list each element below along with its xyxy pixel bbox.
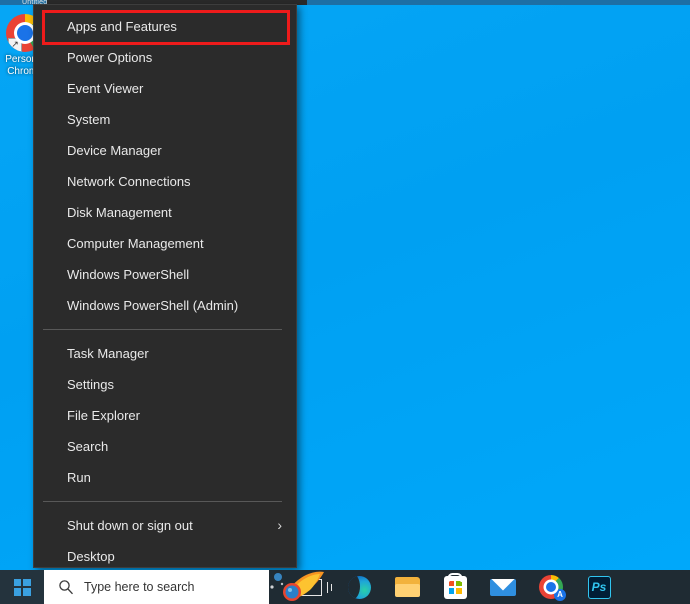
menu-item-run[interactable]: Run bbox=[34, 462, 296, 493]
menu-item-label: Task Manager bbox=[67, 346, 149, 361]
menu-item-disk-management[interactable]: Disk Management bbox=[34, 197, 296, 228]
menu-item-label: Network Connections bbox=[67, 174, 191, 189]
menu-item-apps-and-features[interactable]: Apps and Features bbox=[34, 11, 296, 42]
photoshop-icon: Ps bbox=[587, 575, 611, 599]
menu-item-label: Windows PowerShell bbox=[67, 267, 190, 282]
microsoft-edge-button[interactable] bbox=[335, 570, 383, 604]
mail-button[interactable] bbox=[479, 570, 527, 604]
file-explorer-button[interactable] bbox=[383, 570, 431, 604]
chrome-profile-badge: A bbox=[554, 589, 566, 601]
menu-group-session: Shut down or sign out › Desktop bbox=[34, 510, 296, 572]
menu-item-search[interactable]: Search bbox=[34, 431, 296, 462]
menu-item-label: Shut down or sign out bbox=[67, 518, 193, 533]
menu-item-task-manager[interactable]: Task Manager bbox=[34, 338, 296, 369]
menu-item-label: File Explorer bbox=[67, 408, 140, 423]
google-chrome-button[interactable]: A bbox=[527, 570, 575, 604]
menu-group-system: Apps and Features Power Options Event Vi… bbox=[34, 11, 296, 321]
menu-item-network-connections[interactable]: Network Connections bbox=[34, 166, 296, 197]
menu-item-label: Settings bbox=[67, 377, 114, 392]
folder-icon bbox=[394, 577, 420, 597]
shortcut-arrow-icon: ↗ bbox=[8, 38, 22, 52]
menu-item-label: Desktop bbox=[67, 549, 115, 564]
menu-separator-1 bbox=[43, 329, 282, 330]
chrome-icon: A bbox=[539, 575, 566, 601]
start-button[interactable] bbox=[0, 570, 44, 604]
menu-item-label: Windows PowerShell (Admin) bbox=[67, 298, 239, 313]
menu-item-label: Run bbox=[67, 470, 91, 485]
microsoft-store-button[interactable] bbox=[431, 570, 479, 604]
menu-item-windows-powershell-admin[interactable]: Windows PowerShell (Admin) bbox=[34, 290, 296, 321]
menu-item-shut-down-or-sign-out[interactable]: Shut down or sign out › bbox=[34, 510, 296, 541]
taskbar-buttons: A Ps bbox=[287, 570, 623, 604]
menu-item-label: System bbox=[67, 112, 111, 127]
store-icon bbox=[443, 572, 467, 599]
taskbar: Type here to search A Ps bbox=[0, 570, 690, 604]
taskbar-search-input[interactable]: Type here to search bbox=[44, 570, 269, 604]
search-icon bbox=[59, 580, 73, 595]
menu-item-windows-powershell[interactable]: Windows PowerShell bbox=[34, 259, 296, 290]
menu-item-system[interactable]: System bbox=[34, 104, 296, 135]
menu-group-tools: Task Manager Settings File Explorer Sear… bbox=[34, 338, 296, 493]
menu-item-label: Computer Management bbox=[67, 236, 204, 251]
menu-item-settings[interactable]: Settings bbox=[34, 369, 296, 400]
menu-item-label: Apps and Features bbox=[67, 19, 177, 34]
winx-context-menu[interactable]: Apps and Features Power Options Event Vi… bbox=[33, 4, 297, 568]
menu-item-device-manager[interactable]: Device Manager bbox=[34, 135, 296, 166]
menu-item-computer-management[interactable]: Computer Management bbox=[34, 228, 296, 259]
menu-item-desktop[interactable]: Desktop bbox=[34, 541, 296, 572]
windows-logo-icon bbox=[13, 578, 31, 596]
menu-item-label: Event Viewer bbox=[67, 81, 144, 96]
edge-icon bbox=[347, 575, 371, 599]
mail-icon bbox=[490, 578, 516, 596]
search-placeholder-text: Type here to search bbox=[84, 580, 195, 594]
screen: Untitled ↗ Personal Chrome Apps and Feat… bbox=[0, 0, 690, 604]
task-view-icon bbox=[300, 578, 332, 596]
photoshop-button[interactable]: Ps bbox=[575, 570, 623, 604]
menu-item-label: Device Manager bbox=[67, 143, 162, 158]
menu-item-event-viewer[interactable]: Event Viewer bbox=[34, 73, 296, 104]
menu-item-power-options[interactable]: Power Options bbox=[34, 42, 296, 73]
menu-separator-2 bbox=[43, 501, 282, 502]
menu-item-label: Search bbox=[67, 439, 109, 454]
chevron-right-icon: › bbox=[277, 517, 282, 533]
menu-item-label: Disk Management bbox=[67, 205, 172, 220]
menu-item-file-explorer[interactable]: File Explorer bbox=[34, 400, 296, 431]
menu-item-label: Power Options bbox=[67, 50, 153, 65]
task-view-button[interactable] bbox=[287, 570, 335, 604]
